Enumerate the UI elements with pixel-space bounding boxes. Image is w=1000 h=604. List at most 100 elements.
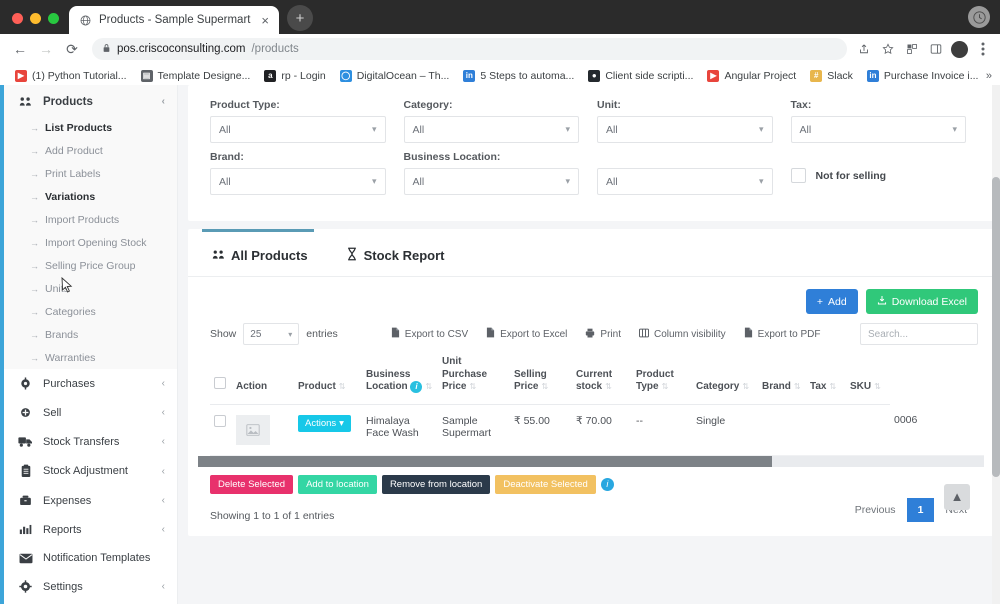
row-actions-button[interactable]: Actions▾ — [298, 415, 351, 432]
sort-icon[interactable]: ⇅ — [794, 382, 801, 391]
back-button[interactable]: ← — [8, 37, 32, 61]
column-header-business-location[interactable]: Business Location i⇅ — [362, 348, 438, 404]
bulk-delete-selected-button[interactable]: Delete Selected — [210, 475, 293, 494]
sidebar-item-units[interactable]: →Units — [4, 277, 177, 300]
select-all-checkbox[interactable] — [214, 377, 226, 389]
bookmark-item[interactable]: ●Client side scripti... — [581, 70, 700, 82]
window-profile-avatar[interactable] — [968, 6, 990, 28]
sidebar-item-stock-adjustment[interactable]: Stock Adjustment‹ — [4, 456, 177, 486]
sidebar-item-import-opening-stock[interactable]: →Import Opening Stock — [4, 231, 177, 254]
scrollbar-track[interactable] — [198, 456, 984, 467]
export-button-column-visibility[interactable]: Column visibility — [630, 322, 735, 346]
filter-select[interactable]: All▾ — [791, 116, 967, 143]
bulk-info-icon[interactable]: i — [601, 478, 614, 491]
column-header-tax[interactable]: Tax⇅ — [806, 348, 846, 404]
tab-all-products[interactable]: All Products — [210, 239, 322, 276]
export-button-export-to-csv[interactable]: Export to CSV — [382, 322, 477, 346]
maximize-window-dot[interactable] — [48, 13, 59, 24]
download-excel-button[interactable]: Download Excel — [866, 289, 978, 314]
sidebar-item-expenses[interactable]: Expenses‹ — [4, 486, 177, 515]
not-for-selling-checkbox[interactable] — [791, 168, 806, 183]
close-icon[interactable]: × — [259, 14, 271, 27]
tab-stock-report[interactable]: Stock Report — [344, 239, 459, 276]
share-icon[interactable] — [855, 40, 873, 58]
bulk-add-to-location-button[interactable]: Add to location — [298, 475, 377, 494]
export-button-print[interactable]: Print — [576, 322, 630, 346]
menu-kebab-icon[interactable] — [974, 40, 992, 58]
profile-avatar[interactable] — [951, 41, 968, 58]
column-header-sku[interactable]: SKU⇅ — [846, 348, 890, 404]
row-action-cell[interactable]: Actions▾ — [294, 404, 362, 455]
column-header-product[interactable]: Product⇅ — [294, 348, 362, 404]
sort-icon[interactable]: ⇅ — [541, 382, 548, 391]
minimize-window-dot[interactable] — [30, 13, 41, 24]
sidebar-item-products[interactable]: Products ‹ — [4, 85, 177, 116]
export-button-export-to-excel[interactable]: Export to Excel — [477, 322, 576, 346]
close-window-dot[interactable] — [12, 13, 23, 24]
scrollbar-thumb[interactable] — [198, 456, 772, 467]
sidebar-item-print-labels[interactable]: →Print Labels — [4, 162, 177, 185]
sidebar-item-warranties[interactable]: →Warranties — [4, 346, 177, 369]
scroll-to-top-button[interactable]: ▲ — [944, 484, 970, 510]
bookmark-item[interactable]: arp - Login — [257, 70, 332, 82]
sidebar-item-settings[interactable]: Settings‹ — [4, 572, 177, 601]
entries-select[interactable]: 25 ▾ — [243, 323, 299, 345]
bookmark-item[interactable]: #Slack — [803, 70, 860, 82]
bookmarks-overflow-icon[interactable]: » — [986, 70, 992, 82]
sidebar-item-purchases[interactable]: Purchases‹ — [4, 369, 177, 398]
sidebar-item-variations[interactable]: →Variations — [4, 185, 177, 208]
filter-select[interactable]: All▾ — [404, 168, 580, 195]
sidebar-item-reports[interactable]: Reports‹ — [4, 515, 177, 544]
column-header-product-type[interactable]: Product Type⇅ — [632, 348, 692, 404]
bookmark-item[interactable]: ◯DigitalOcean – Th... — [333, 70, 457, 82]
page-scrollbar-thumb[interactable] — [992, 177, 1000, 477]
info-icon[interactable]: i — [410, 381, 422, 393]
sort-icon[interactable]: ⇅ — [605, 382, 612, 391]
column-header-selling-price[interactable]: Selling Price⇅ — [510, 348, 572, 404]
row-checkbox[interactable] — [214, 415, 226, 427]
sort-icon[interactable]: ⇅ — [742, 382, 749, 391]
chevron-left-icon[interactable]: ‹ — [162, 96, 165, 107]
sidebar-item-list-products[interactable]: →List Products — [4, 116, 177, 139]
bookmark-item[interactable]: ▶(1) Python Tutorial... — [8, 70, 134, 82]
export-button-export-to-pdf[interactable]: Export to PDF — [735, 322, 830, 346]
sidepanel-icon[interactable] — [927, 40, 945, 58]
reload-button[interactable]: ⟳ — [60, 37, 84, 61]
search-input[interactable]: Search... — [860, 323, 978, 345]
sidebar-item-sell[interactable]: Sell‹ — [4, 398, 177, 427]
bookmark-item[interactable]: ▤Template Designe... — [134, 70, 258, 82]
sidebar-item-add-product[interactable]: →Add Product — [4, 139, 177, 162]
filter-select[interactable]: All▾ — [404, 116, 580, 143]
table-horizontal-scrollbar[interactable] — [188, 456, 1000, 467]
filter-select[interactable]: All▾ — [597, 116, 773, 143]
sidebar-item-categories[interactable]: →Categories — [4, 300, 177, 323]
bulk-remove-from-location-button[interactable]: Remove from location — [382, 475, 490, 494]
sidebar-item-stock-transfers[interactable]: Stock Transfers‹ — [4, 427, 177, 456]
sort-icon[interactable]: ⇅ — [469, 382, 476, 391]
sidebar-item-import-products[interactable]: →Import Products — [4, 208, 177, 231]
page-scrollbar[interactable] — [992, 85, 1000, 604]
bulk-deactivate-selected-button[interactable]: Deactivate Selected — [495, 475, 596, 494]
bookmark-item[interactable]: inPurchase Invoice i... — [860, 70, 986, 82]
sidebar-item-selling-price-group[interactable]: →Selling Price Group — [4, 254, 177, 277]
bookmark-item[interactable]: ▶Angular Project — [700, 70, 803, 82]
pagination-page-1[interactable]: 1 — [907, 498, 935, 522]
new-tab-button[interactable]: + — [287, 5, 313, 31]
column-header-category[interactable]: Category⇅ — [692, 348, 758, 404]
sort-icon[interactable]: ⇅ — [425, 382, 432, 391]
filter-select[interactable]: All▾ — [597, 168, 773, 195]
sort-icon[interactable]: ⇅ — [874, 382, 881, 391]
bookmark-item[interactable]: in5 Steps to automa... — [456, 70, 581, 82]
sidebar-item-brands[interactable]: →Brands — [4, 323, 177, 346]
bookmark-star-icon[interactable] — [879, 40, 897, 58]
sidebar-item-notification-templates[interactable]: Notification Templates — [4, 544, 177, 572]
filter-select[interactable]: All▾ — [210, 116, 386, 143]
column-header-unit-purchase-price[interactable]: Unit Purchase Price⇅ — [438, 348, 510, 404]
address-bar[interactable]: pos.criscoconsulting.com/products — [92, 38, 847, 60]
filter-select[interactable]: All▾ — [210, 168, 386, 195]
column-header-current-stock[interactable]: Current stock⇅ — [572, 348, 632, 404]
pagination-previous[interactable]: Previous — [844, 498, 907, 522]
sort-icon[interactable]: ⇅ — [339, 382, 346, 391]
not-for-selling-row[interactable]: Not for selling — [791, 151, 967, 183]
browser-tab-products[interactable]: Products - Sample Supermart × — [69, 6, 279, 34]
